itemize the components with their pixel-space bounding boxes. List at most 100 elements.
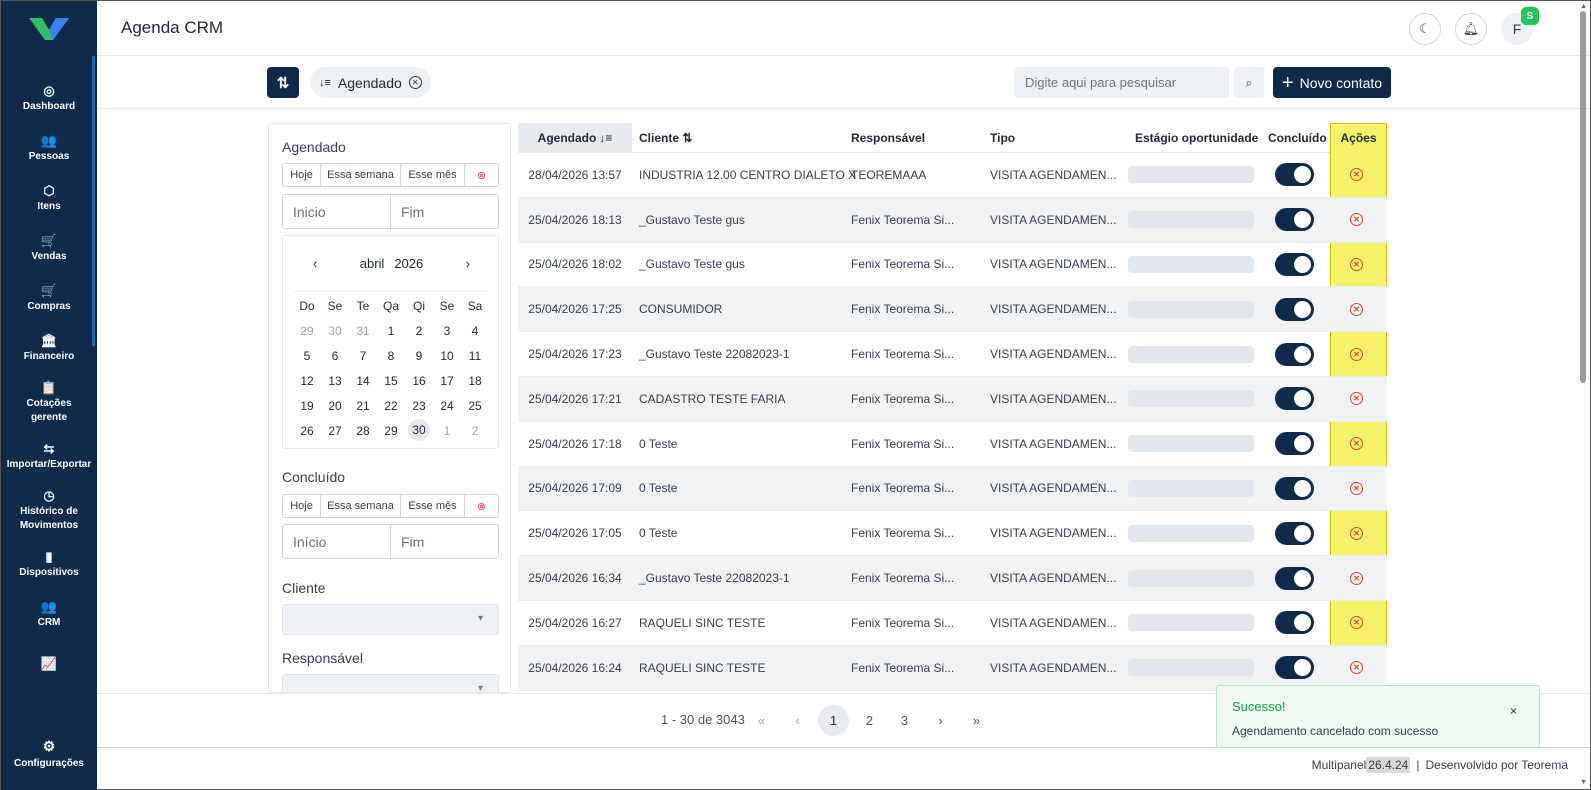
calendar-day[interactable]: 16 <box>405 368 433 393</box>
table-row[interactable]: 25/04/2026 16:27 RAQUELI SINC TESTE Fenix … <box>518 601 1387 646</box>
stage-select[interactable] <box>1128 614 1254 632</box>
chevron-right-icon[interactable]: › <box>466 256 470 271</box>
cancel-icon[interactable]: ✕ <box>1350 168 1363 182</box>
calendar-day[interactable]: 29 <box>377 418 405 443</box>
calendar-day[interactable]: 2 <box>405 318 433 343</box>
calendar-day[interactable]: 5 <box>293 343 321 368</box>
sidebar-item-compras[interactable]: 🛒 Compras <box>1 274 97 324</box>
next-page-button[interactable]: › <box>925 705 956 736</box>
first-page-button[interactable]: « <box>746 705 777 736</box>
table-row[interactable]: 25/04/2026 17:25 CONSUMIDOR Fenix Teorema … <box>518 287 1387 333</box>
page-button-1[interactable]: 1 <box>818 705 849 736</box>
table-row[interactable]: 25/04/2026 16:34 _Gustavo Teste 22082023-… <box>518 556 1387 601</box>
scroll-down-icon[interactable]: ▼ <box>1580 779 1587 786</box>
sidebar-item-importar-exportar[interactable]: ⇆ Importar/Exportar <box>1 432 97 482</box>
cancel-icon[interactable]: ✕ <box>1350 213 1363 227</box>
calendar-day[interactable]: 8 <box>377 343 405 368</box>
page-button-2[interactable]: 2 <box>854 705 885 736</box>
cancel-icon[interactable]: ✕ <box>1350 437 1363 451</box>
table-row[interactable]: 25/04/2026 17:09 0 Teste Fenix Teorema Si.… <box>518 466 1387 512</box>
stage-select[interactable] <box>1128 390 1254 408</box>
table-row[interactable]: 25/04/2026 16:24 RAQUELI SINC TESTE Fenix … <box>518 645 1387 691</box>
concluido-toggle[interactable] <box>1275 611 1314 635</box>
app-logo[interactable] <box>1 1 97 56</box>
cancel-icon[interactable]: ✕ <box>1350 571 1363 585</box>
sidebar-item-configuracoes[interactable]: ⚙ Configurações <box>1 738 97 769</box>
table-row[interactable]: 25/04/2026 17:05 0 Teste Fenix Teorema Si.… <box>518 511 1387 557</box>
calendar-month[interactable]: abril <box>360 256 385 271</box>
calendar-day[interactable]: 15 <box>377 368 405 393</box>
sidebar-item-reports[interactable]: 📈 <box>1 640 97 690</box>
calendar-day[interactable]: 24 <box>433 393 461 418</box>
responsavel-select[interactable] <box>282 674 499 692</box>
close-icon[interactable]: ✕ <box>408 76 422 89</box>
cancel-icon[interactable]: ✕ <box>1350 481 1363 495</box>
new-contact-button[interactable]: + Novo contato <box>1273 67 1391 98</box>
stage-select[interactable] <box>1128 524 1254 542</box>
calendar-day[interactable]: 25 <box>461 393 489 418</box>
cancel-icon[interactable]: ✕ <box>1350 616 1363 630</box>
calendar-year[interactable]: 2026 <box>394 256 423 271</box>
table-row[interactable]: 25/04/2026 18:02 _Gustavo Teste gus Fenix … <box>518 243 1387 288</box>
col-cliente-header[interactable]: Cliente ⇅ <box>639 131 692 145</box>
concluido-toggle[interactable] <box>1275 476 1314 500</box>
sidebar-item-hist-rico-de[interactable]: ◷ Histórico de Movimentos <box>1 482 97 540</box>
concluido-toggle[interactable] <box>1275 208 1314 232</box>
user-avatar[interactable]: F S <box>1501 7 1539 45</box>
calendar-day[interactable]: 7 <box>349 343 377 368</box>
calendar-day[interactable]: 21 <box>349 393 377 418</box>
table-row[interactable]: 25/04/2026 17:23 _Gustavo Teste 22082023-… <box>518 332 1387 377</box>
stage-select[interactable] <box>1128 659 1254 677</box>
calendar-day[interactable]: 28 <box>349 418 377 443</box>
concluido-toggle[interactable] <box>1275 521 1314 545</box>
stage-select[interactable] <box>1128 300 1254 318</box>
cancel-icon[interactable]: ✕ <box>1350 347 1363 361</box>
last-page-button[interactable]: » <box>961 705 992 736</box>
quick-week-button[interactable]: Essa semana <box>321 164 401 186</box>
cancel-icon[interactable]: ✕ <box>1350 526 1363 540</box>
sidebar-item-pessoas[interactable]: 👥 Pessoas <box>1 124 97 174</box>
stage-select[interactable] <box>1128 435 1254 453</box>
calendar-day[interactable]: 13 <box>321 368 349 393</box>
sort-chip[interactable]: ↓≡ Agendado ✕ <box>310 67 431 98</box>
calendar-day[interactable]: 27 <box>321 418 349 443</box>
cancel-icon[interactable]: ✕ <box>1350 257 1363 271</box>
search-button[interactable]: ⌕ <box>1234 67 1264 98</box>
clear-filter-icon[interactable]: ⊗ <box>465 495 498 517</box>
calendar-day[interactable]: 19 <box>293 393 321 418</box>
calendar-day[interactable]: 14 <box>349 368 377 393</box>
start-date-input[interactable]: Início <box>283 525 391 558</box>
notifications-button[interactable]: 🔔︎ <box>1455 13 1487 45</box>
calendar-day[interactable]: 20 <box>321 393 349 418</box>
quick-week-button[interactable]: Essa semana <box>321 495 401 517</box>
calendar-day[interactable]: 30 <box>321 318 349 343</box>
chevron-left-icon[interactable]: ‹ <box>313 256 317 271</box>
search-input[interactable] <box>1014 67 1229 98</box>
sidebar-item-crm[interactable]: 👥 CRM <box>1 590 97 640</box>
cancel-icon[interactable]: ✕ <box>1350 302 1363 316</box>
stage-select[interactable] <box>1128 166 1254 184</box>
sidebar-item-dispositivos[interactable]: ▮ Dispositivos <box>1 540 97 590</box>
sidebar-item-financeiro[interactable]: 🏛 Financeiro <box>1 324 97 374</box>
concluido-toggle[interactable] <box>1275 656 1314 680</box>
cancel-icon[interactable]: ✕ <box>1350 661 1363 675</box>
calendar-day[interactable]: 31 <box>349 318 377 343</box>
concluido-toggle[interactable] <box>1275 163 1314 187</box>
table-row[interactable]: 25/04/2026 18:13 _Gustavo Teste gus Fenix … <box>518 197 1387 243</box>
calendar-day[interactable]: 10 <box>433 343 461 368</box>
calendar-day[interactable]: 11 <box>461 343 489 368</box>
table-row[interactable]: 28/04/2026 13:57 INDUSTRIA 12.00 CENTRO D… <box>518 153 1387 198</box>
stage-select[interactable] <box>1128 255 1254 273</box>
quick-month-button[interactable]: Esse mês <box>401 495 465 517</box>
prev-page-button[interactable]: ‹ <box>782 705 813 736</box>
quick-today-button[interactable]: Hoje <box>283 495 321 517</box>
calendar-day[interactable]: 3 <box>433 318 461 343</box>
sidebar-item-dashboard[interactable]: ◎ Dashboard <box>1 74 97 124</box>
concluido-toggle[interactable] <box>1275 252 1314 276</box>
table-row[interactable]: 25/04/2026 17:21 CADASTRO TESTE FARIA Feni… <box>518 376 1387 422</box>
concluido-toggle[interactable] <box>1275 566 1314 590</box>
calendar-day[interactable]: 26 <box>293 418 321 443</box>
sidebar-item-vendas[interactable]: 🛒 Vendas <box>1 224 97 274</box>
stage-select[interactable] <box>1128 345 1254 363</box>
theme-toggle-button[interactable]: ☾ <box>1409 13 1441 45</box>
